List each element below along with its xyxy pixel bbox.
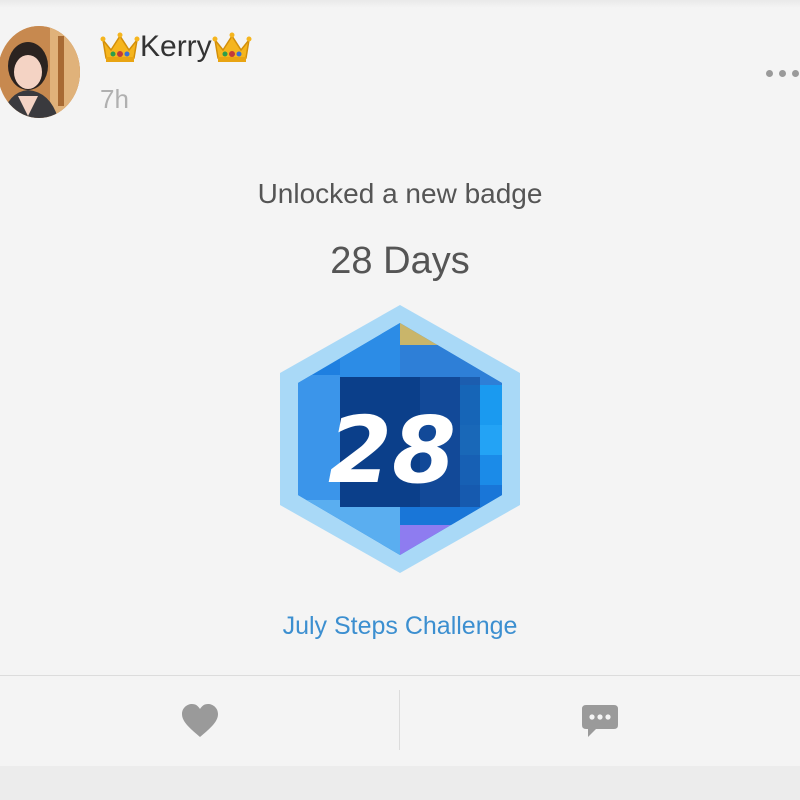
author-name[interactable]: Kerry xyxy=(140,30,212,64)
post-action-bar xyxy=(0,676,800,766)
comment-button[interactable] xyxy=(400,676,800,766)
action-separator xyxy=(399,690,400,750)
post-headline: Unlocked a new badge xyxy=(257,178,543,209)
badge-hexagon-icon[interactable]: 28 xyxy=(280,305,520,573)
challenge-link[interactable]: July Steps Challenge xyxy=(0,612,800,641)
feed-gap xyxy=(0,766,800,800)
more-dot-icon xyxy=(779,69,786,77)
crown-left-icon xyxy=(100,32,140,62)
more-dot-icon xyxy=(766,69,773,77)
more-dot-icon xyxy=(792,69,799,77)
feed-post-card: Kerry 7h Unlocked a new badge 28 Days 28… xyxy=(0,0,800,766)
post-timestamp: 7h xyxy=(100,84,129,114)
author-name-row[interactable]: Kerry xyxy=(100,30,252,64)
top-shadow xyxy=(0,0,800,8)
badge-number-text: 28 xyxy=(328,397,456,504)
heart-icon xyxy=(182,704,218,737)
crown-right-icon xyxy=(212,32,252,62)
more-options-button[interactable] xyxy=(766,60,800,86)
author-avatar[interactable] xyxy=(0,26,80,118)
avatar-photo xyxy=(0,26,80,118)
comment-bubble-icon xyxy=(582,705,618,737)
badge-title: 28 Days xyxy=(330,240,470,282)
like-button[interactable] xyxy=(0,676,400,766)
